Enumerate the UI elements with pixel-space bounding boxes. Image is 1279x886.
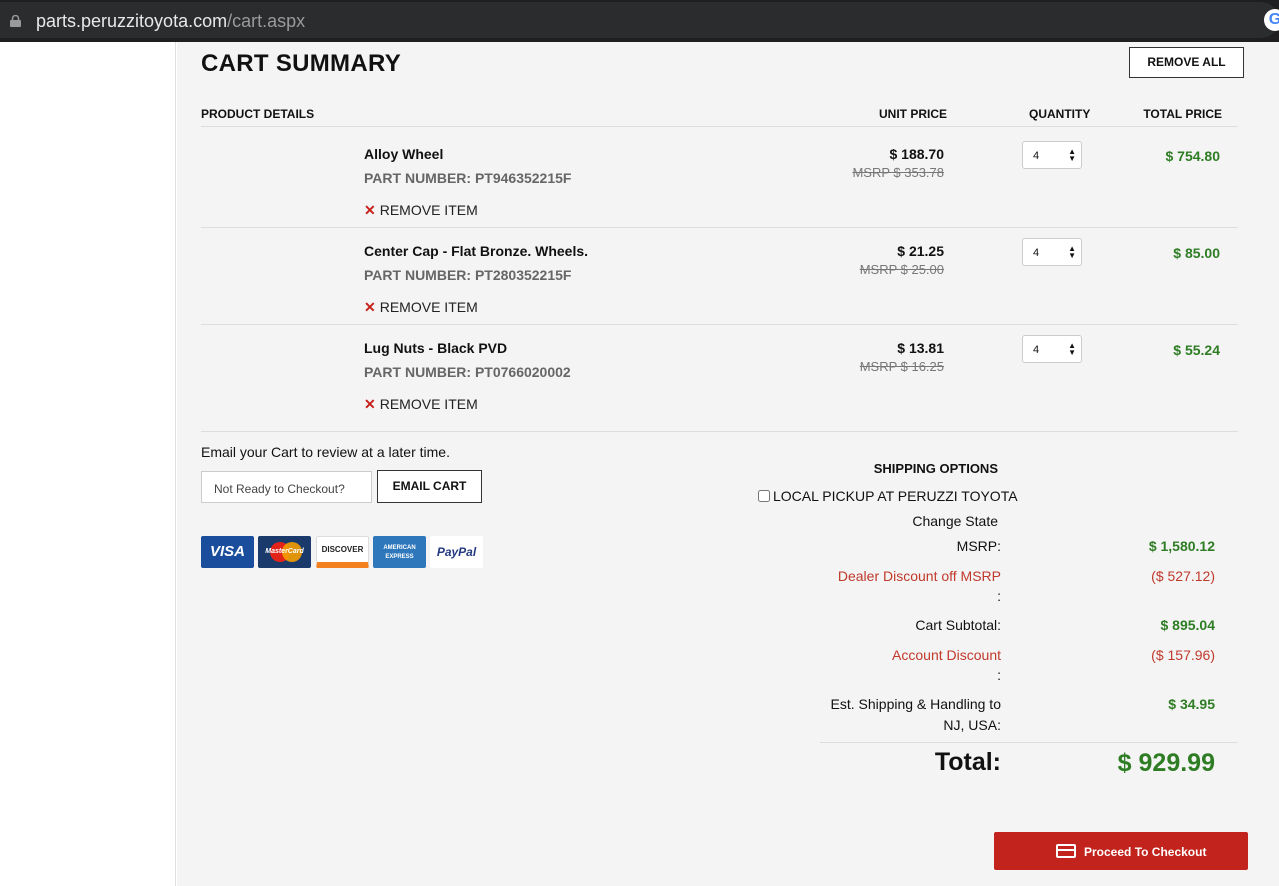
part-number: PART NUMBER: PT0766020002 (364, 364, 571, 380)
account-discount-label: Account Discount (892, 647, 1001, 663)
email-cart-input[interactable]: Not Ready to Checkout? (201, 471, 372, 503)
cart-item: Alloy Wheel PART NUMBER: PT946352215F ✕ R… (177, 141, 1279, 243)
select-arrows-icon: ▲ ▼ (1068, 244, 1076, 260)
google-icon[interactable]: G (1264, 9, 1279, 31)
unit-price: $ 188.70 (889, 146, 945, 162)
product-name[interactable]: Center Cap - Flat Bronze. Wheels. (364, 243, 588, 259)
local-pickup-label: LOCAL PICKUP AT PERUZZI TOYOTA (773, 488, 1018, 504)
product-name[interactable]: Lug Nuts - Black PVD (364, 340, 507, 356)
remove-item-button[interactable]: ✕ REMOVE ITEM (364, 202, 478, 219)
local-pickup-checkbox[interactable] (758, 490, 770, 502)
browser-toolbar: parts.peruzzitoyota.com/cart.aspx G (0, 0, 1279, 42)
quantity-value: 4 (1033, 344, 1040, 356)
dealer-discount-value: ($ 527.12) (1151, 568, 1215, 584)
account-discount-colon: : (997, 667, 1001, 683)
shipping-label: Est. Shipping & Handling to (830, 696, 1001, 712)
url-text: parts.peruzzitoyota.com/cart.aspx (36, 11, 305, 32)
shipping-options-title: SHIPPING OPTIONS (873, 461, 998, 476)
line-total: $ 754.80 (1165, 148, 1221, 164)
paypal-icon: PayPal (430, 536, 483, 568)
url-domain: parts.peruzzitoyota.com (36, 11, 228, 31)
address-bar[interactable]: parts.peruzzitoyota.com/cart.aspx (0, 2, 1279, 38)
lock-icon (10, 15, 21, 27)
msrp-value: $ 1,580.12 (1148, 538, 1215, 554)
close-icon: ✕ (364, 202, 376, 218)
part-number: PART NUMBER: PT280352215F (364, 267, 572, 283)
change-state-link[interactable]: Change State (912, 513, 998, 529)
divider (201, 126, 1238, 127)
subtotal-label: Cart Subtotal: (915, 617, 1001, 633)
msrp-label: MSRP: (956, 538, 1001, 554)
close-icon: ✕ (364, 299, 376, 315)
page-title: CART SUMMARY (201, 50, 402, 77)
line-total: $ 85.00 (1173, 245, 1220, 261)
select-arrows-icon: ▲ ▼ (1068, 147, 1076, 163)
column-header-unit-price: UNIT PRICE (878, 107, 947, 121)
total-label: Total: (934, 748, 1001, 776)
proceed-to-checkout-button[interactable]: Proceed To Checkout (994, 832, 1248, 870)
cart-item: Lug Nuts - Black PVD PART NUMBER: PT0766… (177, 335, 1279, 437)
visa-card-icon: VISA (201, 536, 254, 568)
mastercard-label: MasterCard (265, 548, 304, 555)
select-arrows-icon: ▲ ▼ (1068, 341, 1076, 357)
quantity-select[interactable]: 4 ▲ ▼ (1022, 335, 1082, 363)
divider (820, 742, 1238, 743)
unit-price: $ 13.81 (897, 340, 944, 356)
close-icon: ✕ (364, 396, 376, 412)
discover-card-icon: DISCOVER (316, 536, 369, 568)
divider (201, 227, 1238, 228)
remove-item-label: REMOVE ITEM (379, 396, 478, 412)
column-header-total-price: TOTAL PRICE (1143, 107, 1222, 121)
msrp-price: MSRP $ 353.78 (852, 165, 944, 180)
column-header-product: PRODUCT DETAILS (201, 107, 315, 121)
quantity-select[interactable]: 4 ▲ ▼ (1022, 141, 1082, 169)
shipping-value: $ 34.95 (1168, 696, 1215, 712)
remove-item-label: REMOVE ITEM (379, 299, 478, 315)
unit-price: $ 21.25 (897, 243, 944, 259)
quantity-value: 4 (1033, 247, 1040, 259)
msrp-price: MSRP $ 16.25 (859, 359, 944, 374)
remove-item-label: REMOVE ITEM (379, 202, 478, 218)
mastercard-icon: MasterCard (258, 536, 311, 568)
amex-card-icon: AMERICAN EXPRESS (373, 536, 426, 568)
shipping-destination: NJ, USA: (943, 717, 1001, 733)
email-cart-button[interactable]: EMAIL CART (377, 470, 482, 503)
credit-card-icon (1056, 844, 1076, 858)
dealer-discount-colon: : (997, 588, 1001, 604)
remove-item-button[interactable]: ✕ REMOVE ITEM (364, 396, 478, 413)
product-name[interactable]: Alloy Wheel (364, 146, 443, 162)
column-header-quantity: QUANTITY (1029, 107, 1091, 121)
url-path: /cart.aspx (227, 11, 306, 31)
checkout-label: Proceed To Checkout (1084, 845, 1207, 859)
cart-page: CART SUMMARY REMOVE ALL PRODUCT DETAILS … (177, 42, 1279, 886)
subtotal-value: $ 895.04 (1160, 617, 1216, 633)
email-cart-prompt: Email your Cart to review at a later tim… (201, 444, 450, 460)
remove-all-button[interactable]: REMOVE ALL (1129, 47, 1244, 78)
local-pickup-option[interactable]: LOCAL PICKUP AT PERUZZI TOYOTA (758, 488, 1018, 504)
divider (201, 431, 1238, 432)
quantity-value: 4 (1033, 150, 1040, 162)
cart-item: Center Cap - Flat Bronze. Wheels. PART N… (177, 238, 1279, 340)
line-total: $ 55.24 (1173, 342, 1220, 358)
msrp-price: MSRP $ 25.00 (859, 262, 944, 277)
total-value: $ 929.99 (1117, 749, 1215, 777)
quantity-select[interactable]: 4 ▲ ▼ (1022, 238, 1082, 266)
remove-item-button[interactable]: ✕ REMOVE ITEM (364, 299, 478, 316)
part-number: PART NUMBER: PT946352215F (364, 170, 572, 186)
left-margin (0, 42, 176, 886)
divider (201, 324, 1238, 325)
account-discount-value: ($ 157.96) (1151, 647, 1215, 663)
dealer-discount-label: Dealer Discount off MSRP (837, 568, 1001, 584)
